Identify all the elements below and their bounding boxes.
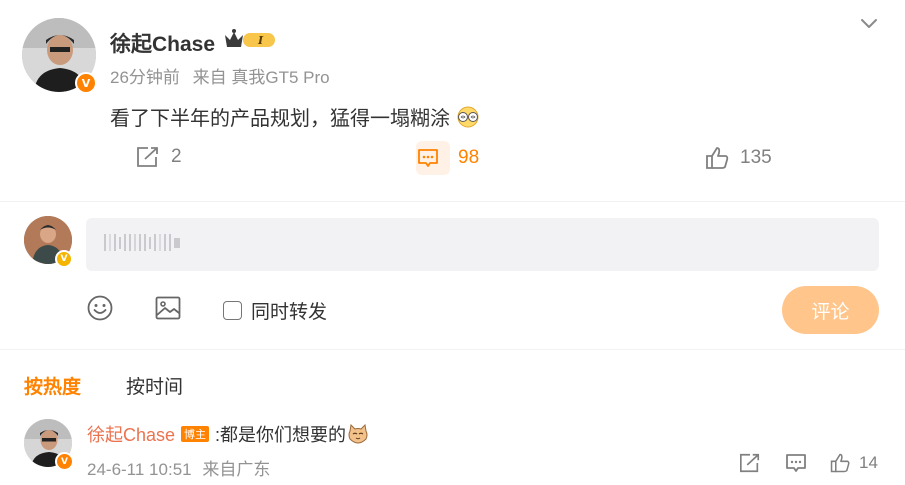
comment-meta: 24-6-11 10:51 来自广东 <box>87 455 276 480</box>
like-button[interactable]: 135 <box>704 145 772 171</box>
divider <box>0 201 905 202</box>
comment-input-box[interactable] <box>86 218 879 271</box>
comment-text: :都是你们想要的 <box>215 425 347 445</box>
verified-badge-icon: V <box>75 72 97 94</box>
repost-count: 2 <box>171 146 182 167</box>
comment-repost-button[interactable] <box>738 452 770 474</box>
verified-badge-icon: V <box>55 452 74 471</box>
blogger-tag: 博主 <box>181 426 210 442</box>
comment-input[interactable] <box>104 234 861 255</box>
comment-icon-wrap <box>416 141 450 175</box>
post-meta: 26分钟前 来自 真我GT5 Pro <box>110 63 338 88</box>
post-text-content: 看了下半年的产品规划，猛得一塌糊涂 <box>110 108 450 130</box>
repost-icon <box>740 453 760 473</box>
sort-by-time-tab[interactable]: 按时间 <box>126 372 183 399</box>
chevron-down-icon[interactable] <box>858 12 880 34</box>
sort-by-hot-tab[interactable]: 按热度 <box>24 372 81 399</box>
image-icon[interactable] <box>154 294 182 322</box>
divider <box>0 349 905 350</box>
comment-line: 徐起Chase 博主 :都是你们想要的 <box>87 421 369 447</box>
comment-time: 24-6-11 10:51 <box>87 460 192 479</box>
comment-icon <box>786 454 806 472</box>
repost-checkbox[interactable]: 同时转发 <box>223 297 327 324</box>
comment-location: 来自广东 <box>202 460 271 479</box>
emoji-icon[interactable] <box>86 294 114 322</box>
submit-comment-button[interactable]: 评论 <box>782 286 879 334</box>
comment-count: 98 <box>458 147 480 168</box>
cat-emoji-icon <box>348 424 368 444</box>
comment-icon <box>418 149 438 167</box>
repost-button[interactable]: 2 <box>135 145 182 169</box>
post-time[interactable]: 26分钟前 <box>110 68 180 87</box>
comment-like-count: 14 <box>859 453 878 472</box>
post-source: 来自 真我GT5 Pro <box>192 68 330 87</box>
author-name[interactable]: 徐起Chase <box>110 28 215 58</box>
repost-checkbox-label: 同时转发 <box>251 302 328 323</box>
svg-text:I: I <box>257 34 264 47</box>
blurred-input-text <box>104 234 180 251</box>
comment-button[interactable]: 98 <box>416 141 479 175</box>
dizzy-face-emoji-icon <box>457 106 479 128</box>
commenter-name[interactable]: 徐起Chase <box>87 421 175 447</box>
verified-badge-icon: V <box>55 250 73 268</box>
thumbs-up-icon <box>830 453 850 473</box>
like-count: 135 <box>740 147 772 168</box>
comment-like-button[interactable]: 14 <box>829 452 878 474</box>
thumbs-up-icon <box>706 147 729 169</box>
repost-icon <box>137 147 158 167</box>
post-text: 看了下半年的产品规划，猛得一塌糊涂 <box>110 102 480 131</box>
comment-reply-button[interactable] <box>784 452 816 474</box>
checkbox[interactable] <box>223 301 242 320</box>
crown-badge-icon[interactable]: I <box>223 27 279 51</box>
